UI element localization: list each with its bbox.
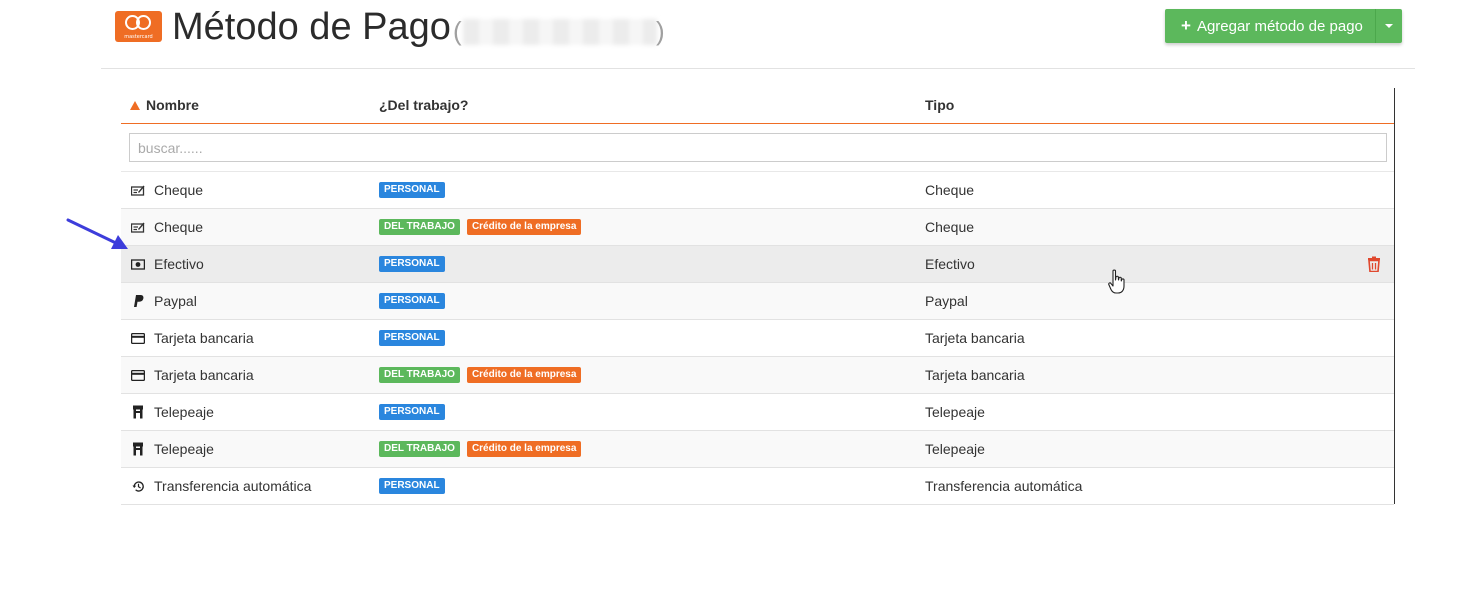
cell-tipo: Efectivo — [925, 256, 975, 272]
cell-nombre: Tarjeta bancaria — [131, 320, 254, 356]
cell-tipo: Telepeaje — [925, 441, 985, 457]
cell-del-trabajo: DEL TRABAJO Crédito de la empresa — [379, 431, 588, 467]
cell-del-trabajo: PERSONAL — [379, 394, 452, 430]
payment-method-name: Cheque — [154, 219, 204, 235]
table-header: Nombre ¿Del trabajo? Tipo — [121, 88, 1394, 124]
table-body: Cheque PERSONAL Cheque Cheque DEL TRABAJO Cré… — [121, 172, 1394, 505]
personal-badge: PERSONAL — [379, 330, 445, 346]
cell-tipo: Telepeaje — [925, 404, 985, 420]
sort-ascending-icon — [130, 100, 140, 110]
cell-tipo: Cheque — [925, 219, 975, 235]
personal-badge: PERSONAL — [379, 404, 445, 420]
cell-tipo: Transferencia automática — [925, 478, 1083, 494]
search-row — [121, 124, 1394, 172]
payment-method-name: Telepeaje — [154, 441, 214, 457]
company-credit-badge: Crédito de la empresa — [466, 441, 582, 457]
table-row[interactable]: Transferencia automática PERSONAL Transfer… — [121, 468, 1394, 505]
cell-tipo: Tarjeta bancaria — [925, 367, 1025, 383]
cell-nombre: Cheque — [131, 209, 203, 245]
annotation-arrow-icon — [66, 218, 128, 249]
history-icon — [131, 479, 145, 493]
payment-method-name: Paypal — [154, 293, 197, 309]
toll-road-icon — [131, 405, 145, 419]
table-row[interactable]: Cheque DEL TRABAJO Crédito de la empresa Ch… — [121, 209, 1394, 246]
payment-method-name: Efectivo — [154, 256, 204, 272]
work-badge: DEL TRABAJO — [379, 367, 460, 383]
cell-nombre: Telepeaje — [131, 431, 214, 467]
cell-del-trabajo: PERSONAL — [379, 320, 452, 356]
cell-nombre: Paypal — [131, 283, 197, 319]
toll-road-icon — [131, 442, 145, 456]
column-header-del-trabajo[interactable]: ¿Del trabajo? — [379, 97, 468, 113]
add-payment-method-label: Agregar método de pago — [1196, 17, 1363, 35]
table-row[interactable]: Cheque PERSONAL Cheque — [121, 172, 1394, 209]
page-header: mastercard Método de Pago ( ) + Agregar … — [101, 0, 1415, 69]
company-credit-badge: Crédito de la empresa — [466, 367, 582, 383]
cell-nombre: Telepeaje — [131, 394, 214, 430]
plus-icon: + — [1181, 16, 1191, 35]
personal-badge: PERSONAL — [379, 256, 445, 272]
company-credit-badge: Crédito de la empresa — [466, 219, 582, 235]
cell-del-trabajo: PERSONAL — [379, 468, 452, 504]
paren-close: ) — [656, 16, 665, 46]
personal-badge: PERSONAL — [379, 293, 445, 309]
cell-tipo: Tarjeta bancaria — [925, 330, 1025, 346]
paypal-icon — [131, 294, 145, 308]
cell-del-trabajo: PERSONAL — [379, 246, 452, 282]
credit-card-icon — [131, 331, 145, 345]
table-row[interactable]: Telepeaje PERSONAL Telepeaje — [121, 394, 1394, 431]
cell-tipo: Cheque — [925, 182, 975, 198]
page-title: Método de Pago — [172, 6, 451, 48]
cell-del-trabajo: PERSONAL — [379, 283, 452, 319]
add-payment-method-button-group: + Agregar método de pago — [1165, 9, 1402, 43]
check-icon — [131, 183, 145, 197]
payment-method-name: Transferencia automática — [154, 478, 312, 494]
personal-badge: PERSONAL — [379, 182, 445, 198]
blurred-count — [463, 19, 657, 45]
payment-method-name: Cheque — [154, 182, 204, 198]
table-row[interactable]: Paypal PERSONAL Paypal — [121, 283, 1394, 320]
column-label: Tipo — [925, 97, 955, 113]
work-badge: DEL TRABAJO — [379, 219, 460, 235]
personal-badge: PERSONAL — [379, 478, 445, 494]
hand-cursor-icon — [1108, 269, 1125, 294]
cell-tipo: Paypal — [925, 293, 968, 309]
column-header-nombre[interactable]: Nombre — [130, 97, 199, 113]
check-icon — [131, 220, 145, 234]
work-badge: DEL TRABAJO — [379, 441, 460, 457]
cell-nombre: Tarjeta bancaria — [131, 357, 254, 393]
payment-method-name: Telepeaje — [154, 404, 214, 420]
paren-open: ( — [453, 16, 462, 46]
caret-down-icon — [1384, 24, 1393, 28]
trash-icon[interactable] — [1367, 256, 1381, 273]
cell-del-trabajo: DEL TRABAJO Crédito de la empresa — [379, 209, 588, 245]
table-row[interactable]: Efectivo PERSONAL Efectivo — [121, 246, 1394, 283]
cell-nombre: Efectivo — [131, 246, 204, 282]
table-row[interactable]: Tarjeta bancaria DEL TRABAJO Crédito de la… — [121, 357, 1394, 394]
payment-method-name: Tarjeta bancaria — [154, 367, 254, 383]
cell-del-trabajo: PERSONAL — [379, 172, 452, 208]
cell-nombre: Cheque — [131, 172, 203, 208]
add-payment-method-dropdown[interactable] — [1374, 9, 1402, 43]
column-header-tipo[interactable]: Tipo — [925, 97, 954, 113]
add-payment-method-button[interactable]: + Agregar método de pago — [1165, 9, 1375, 43]
cell-del-trabajo: DEL TRABAJO Crédito de la empresa — [379, 357, 588, 393]
table-row[interactable]: Tarjeta bancaria PERSONAL Tarjeta bancaria — [121, 320, 1394, 357]
payment-method-name: Tarjeta bancaria — [154, 330, 254, 346]
payment-methods-table: Nombre ¿Del trabajo? Tipo Cheque PERSONAL… — [121, 88, 1395, 505]
credit-card-icon — [131, 368, 145, 382]
cash-icon — [131, 257, 145, 271]
column-label: Nombre — [146, 97, 199, 113]
cell-nombre: Transferencia automática — [131, 468, 311, 504]
search-input[interactable] — [129, 133, 1387, 162]
column-label: ¿Del trabajo? — [379, 97, 469, 113]
table-row[interactable]: Telepeaje DEL TRABAJO Crédito de la empres… — [121, 431, 1394, 468]
mastercard-logo: mastercard — [115, 11, 162, 42]
